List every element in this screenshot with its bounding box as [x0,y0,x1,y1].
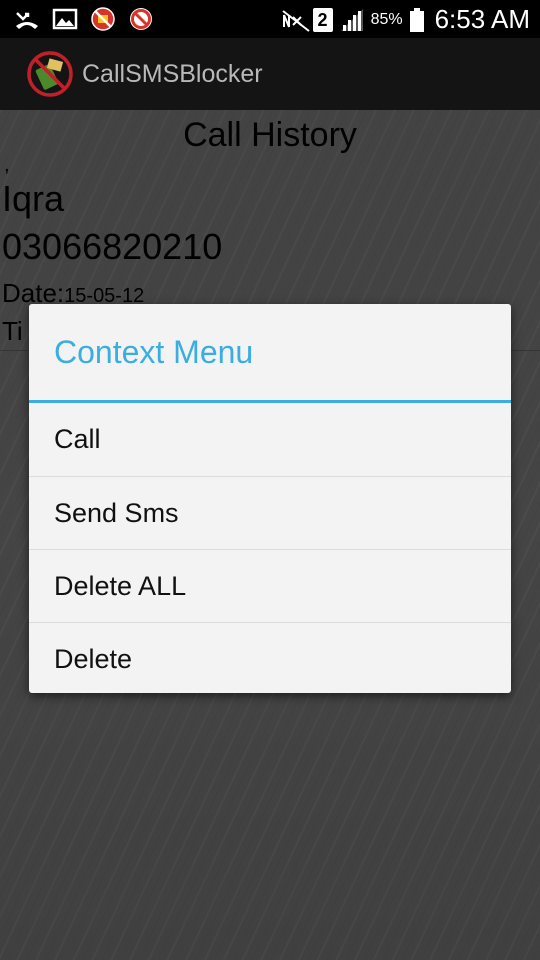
clock: 6:53 AM [434,4,530,34]
missed-call-icon [14,6,40,32]
battery-icon [409,7,425,33]
blocked-icon [90,6,116,32]
no-signal-icon [281,7,310,33]
menu-item-delete-all[interactable]: Delete ALL [29,549,511,622]
menu-item-call[interactable]: Call [29,403,511,476]
battery-percent: 85% [370,10,403,28]
image-icon [52,6,78,32]
sim-slot-badge: 2 [312,7,333,32]
menu-item-send-sms[interactable]: Send Sms [29,476,511,549]
blocked-icon [128,6,154,32]
cell-signal-icon [339,7,365,33]
status-bar-notifications [14,6,154,32]
dialog-title: Context Menu [29,304,511,403]
status-bar: 2 85% 6:53 AM [0,0,540,38]
app-title: CallSMSBlocker [82,60,263,88]
menu-item-delete[interactable]: Delete [29,622,511,693]
action-bar: CallSMSBlocker [0,38,540,110]
app-logo-icon [26,50,74,98]
context-menu-dialog: Context Menu Call Send Sms Delete ALL De… [29,304,511,693]
status-bar-system: 2 85% 6:53 AM [281,4,530,35]
